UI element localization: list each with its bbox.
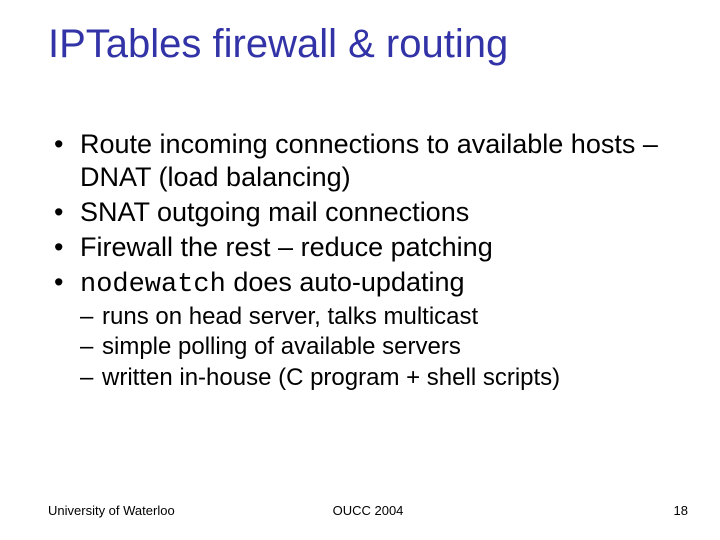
bullet-item: Firewall the rest – reduce patching xyxy=(48,231,672,264)
slide: IPTables firewall & routing Route incomi… xyxy=(0,0,720,540)
sub-bullet-list: runs on head server, talks multicast sim… xyxy=(80,302,672,394)
code-text: nodewatch xyxy=(80,270,226,300)
slide-title: IPTables firewall & routing xyxy=(48,22,508,67)
bullet-item: nodewatch does auto-updating runs on hea… xyxy=(48,266,672,394)
bullet-item: SNAT outgoing mail connections xyxy=(48,196,672,229)
sub-bullet-item: runs on head server, talks multicast xyxy=(80,302,672,333)
slide-body: Route incoming connections to available … xyxy=(48,128,672,396)
bullet-text: does auto-updating xyxy=(226,267,465,297)
footer-center: OUCC 2004 xyxy=(48,503,688,518)
sub-bullet-item: simple polling of available servers xyxy=(80,332,672,363)
sub-bullet-item: written in-house (C program + shell scri… xyxy=(80,363,672,394)
bullet-list: Route incoming connections to available … xyxy=(48,128,672,394)
bullet-item: Route incoming connections to available … xyxy=(48,128,672,194)
footer-page-number: 18 xyxy=(674,503,688,518)
